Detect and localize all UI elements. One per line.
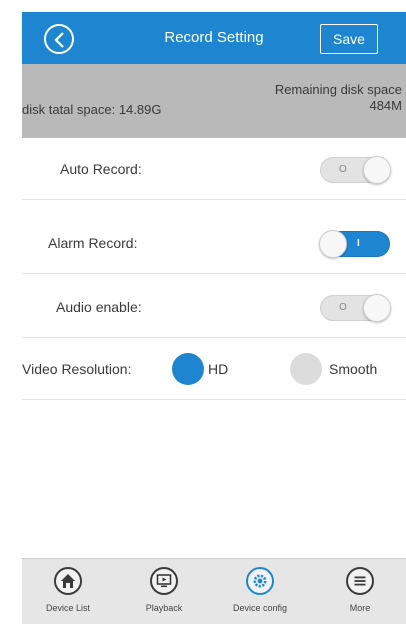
resolution-hd-radio[interactable]: [172, 353, 204, 385]
auto-record-label: Auto Record:: [60, 161, 142, 177]
audio-enable-row: Audio enable: O: [22, 276, 406, 338]
tab-playback[interactable]: Playback: [126, 559, 202, 624]
header-bar: Record Setting Save: [22, 12, 406, 64]
app-screen: Record Setting Save disk tatal space: 14…: [22, 12, 406, 624]
toggle-state-mark: O: [339, 164, 347, 175]
video-resolution-row: Video Resolution: HD Smooth: [22, 338, 406, 400]
gear-icon: [246, 567, 274, 595]
toggle-knob: [363, 294, 391, 322]
tab-label: Device config: [232, 603, 288, 613]
audio-enable-toggle[interactable]: O: [320, 294, 391, 322]
audio-enable-label: Audio enable:: [56, 299, 142, 315]
home-icon: [54, 567, 82, 595]
auto-record-row: Auto Record: O: [22, 138, 406, 200]
tab-device-config[interactable]: Device config: [222, 559, 298, 624]
tab-label: Device List: [45, 603, 90, 613]
tab-label: Playback: [145, 603, 183, 613]
video-resolution-label: Video Resolution:: [22, 361, 132, 377]
alarm-record-toggle[interactable]: I: [319, 230, 390, 258]
menu-icon: [346, 567, 374, 595]
disk-total-space: disk tatal space: 14.89G: [22, 102, 162, 117]
toggle-state-mark: O: [339, 302, 347, 313]
alarm-record-label: Alarm Record:: [48, 235, 138, 251]
save-button[interactable]: Save: [320, 24, 378, 54]
toggle-knob: [363, 156, 391, 184]
disk-info-bar: disk tatal space: 14.89G Remaining disk …: [22, 64, 406, 138]
bottom-tab-bar: Device List Playback Device config More: [22, 558, 406, 624]
toggle-knob: [319, 230, 347, 258]
toggle-state-mark: I: [357, 238, 360, 249]
auto-record-toggle[interactable]: O: [320, 156, 391, 184]
disk-remaining-space: Remaining disk space 484M: [275, 82, 402, 114]
resolution-smooth-radio[interactable]: [290, 353, 322, 385]
monitor-icon: [150, 567, 178, 595]
tab-label: More: [349, 603, 371, 613]
resolution-smooth-label[interactable]: Smooth: [329, 338, 377, 400]
disk-remaining-label: Remaining disk space: [274, 82, 402, 97]
disk-remaining-value: 484M: [369, 98, 402, 113]
tab-device-list[interactable]: Device List: [30, 559, 106, 624]
alarm-record-row: Alarm Record: I: [22, 212, 406, 274]
resolution-hd-label[interactable]: HD: [208, 338, 228, 400]
tab-more[interactable]: More: [322, 559, 398, 624]
